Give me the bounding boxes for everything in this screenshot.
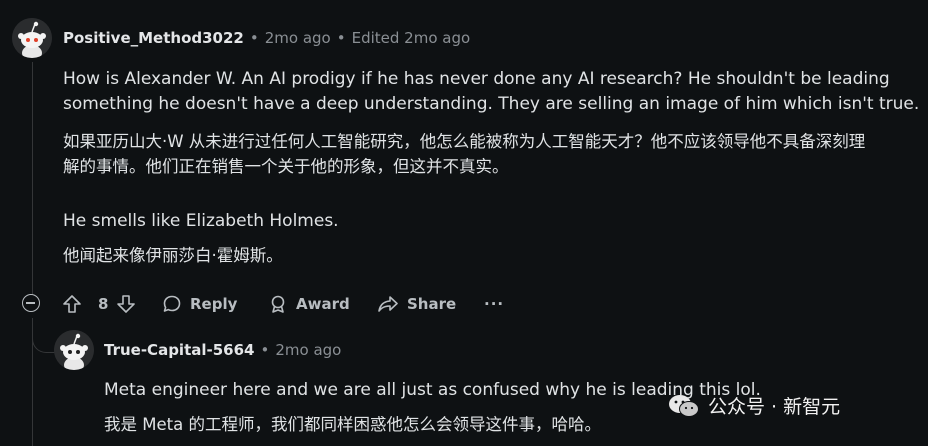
comment-line: 如果亚历山大·W 从未进行过任何人工智能研究，他怎么能被称为人工智能天才？他不应… <box>63 132 866 151</box>
thread-line <box>32 62 33 294</box>
share-label: Share <box>407 295 457 313</box>
collapse-thread-button[interactable] <box>22 294 40 312</box>
avatar[interactable] <box>12 18 52 58</box>
award-label: Award <box>296 295 350 313</box>
comment-meta: Positive_Method3022 • 2mo ago • Edited 2… <box>63 29 470 47</box>
reply-label: Reply <box>190 295 238 313</box>
comment-body-cn-2: 他闻起来像伊丽莎白·霍姆斯。 <box>63 243 283 268</box>
award-button[interactable]: Award <box>268 292 350 316</box>
comment-line: How is Alexander W. An AI prodigy if he … <box>63 69 890 89</box>
award-icon <box>271 295 285 313</box>
reply-body-cn: 我是 Meta 的工程师，我们都同样困惑他怎么会领导这件事，哈哈。 <box>104 412 601 437</box>
comment-line: 他闻起来像伊丽莎白·霍姆斯。 <box>63 246 283 265</box>
reply-body-en: Meta engineer here and we are all just a… <box>104 378 761 403</box>
more-options-icon: ··· <box>484 295 505 313</box>
comment-body-cn: 如果亚历山大·W 从未进行过任何人工智能研究，他怎么能被称为人工智能天才？他不应… <box>63 129 865 179</box>
reply-meta: True-Capital-5664 • 2mo ago <box>104 341 341 359</box>
comment-line: 解的事情。他们正在销售一个关于他的形象，但这并不真实。 <box>63 157 509 176</box>
reply-username[interactable]: True-Capital-5664 <box>104 341 254 359</box>
comment-line: something he doesn't have a deep underst… <box>63 94 920 114</box>
comment-body-en-2: He smells like Elizabeth Holmes. <box>63 209 339 234</box>
watermark: 公众号 · 新智元 <box>668 392 840 419</box>
upvote-icon[interactable] <box>62 294 82 314</box>
snoo-avatar-icon <box>54 330 94 370</box>
reply-bubble-icon <box>163 295 181 312</box>
wechat-icon <box>669 394 699 417</box>
reply-line: 我是 Meta 的工程师，我们都同样困惑他怎么会领导这件事，哈哈。 <box>104 415 601 434</box>
vote-count: 8 <box>98 295 109 313</box>
meta-separator: • <box>336 29 346 47</box>
comment-time[interactable]: 2mo ago <box>265 29 331 47</box>
reply-line: Meta engineer here and we are all just a… <box>104 380 761 400</box>
edited-label: Edited 2mo ago <box>351 29 471 47</box>
snoo-avatar-icon <box>12 18 52 58</box>
share-icon <box>378 296 398 312</box>
meta-separator: • <box>260 341 270 359</box>
meta-separator: • <box>249 29 259 47</box>
watermark-text: 公众号 · 新智元 <box>708 396 841 418</box>
username[interactable]: Positive_Method3022 <box>63 29 244 47</box>
share-button[interactable]: Share <box>377 292 456 316</box>
comment-body-en: How is Alexander W. An AI prodigy if he … <box>63 67 919 117</box>
comment-line: He smells like Elizabeth Holmes. <box>63 211 339 231</box>
reply-avatar[interactable] <box>54 330 94 370</box>
comment-actions: 8 Reply Award Share ··· <box>0 288 928 322</box>
more-options-button[interactable]: ··· <box>484 292 504 316</box>
vote-group: 8 <box>62 292 144 316</box>
reply-time[interactable]: 2mo ago <box>275 341 341 359</box>
downvote-icon[interactable] <box>116 294 136 314</box>
reply-button[interactable]: Reply <box>162 292 237 316</box>
